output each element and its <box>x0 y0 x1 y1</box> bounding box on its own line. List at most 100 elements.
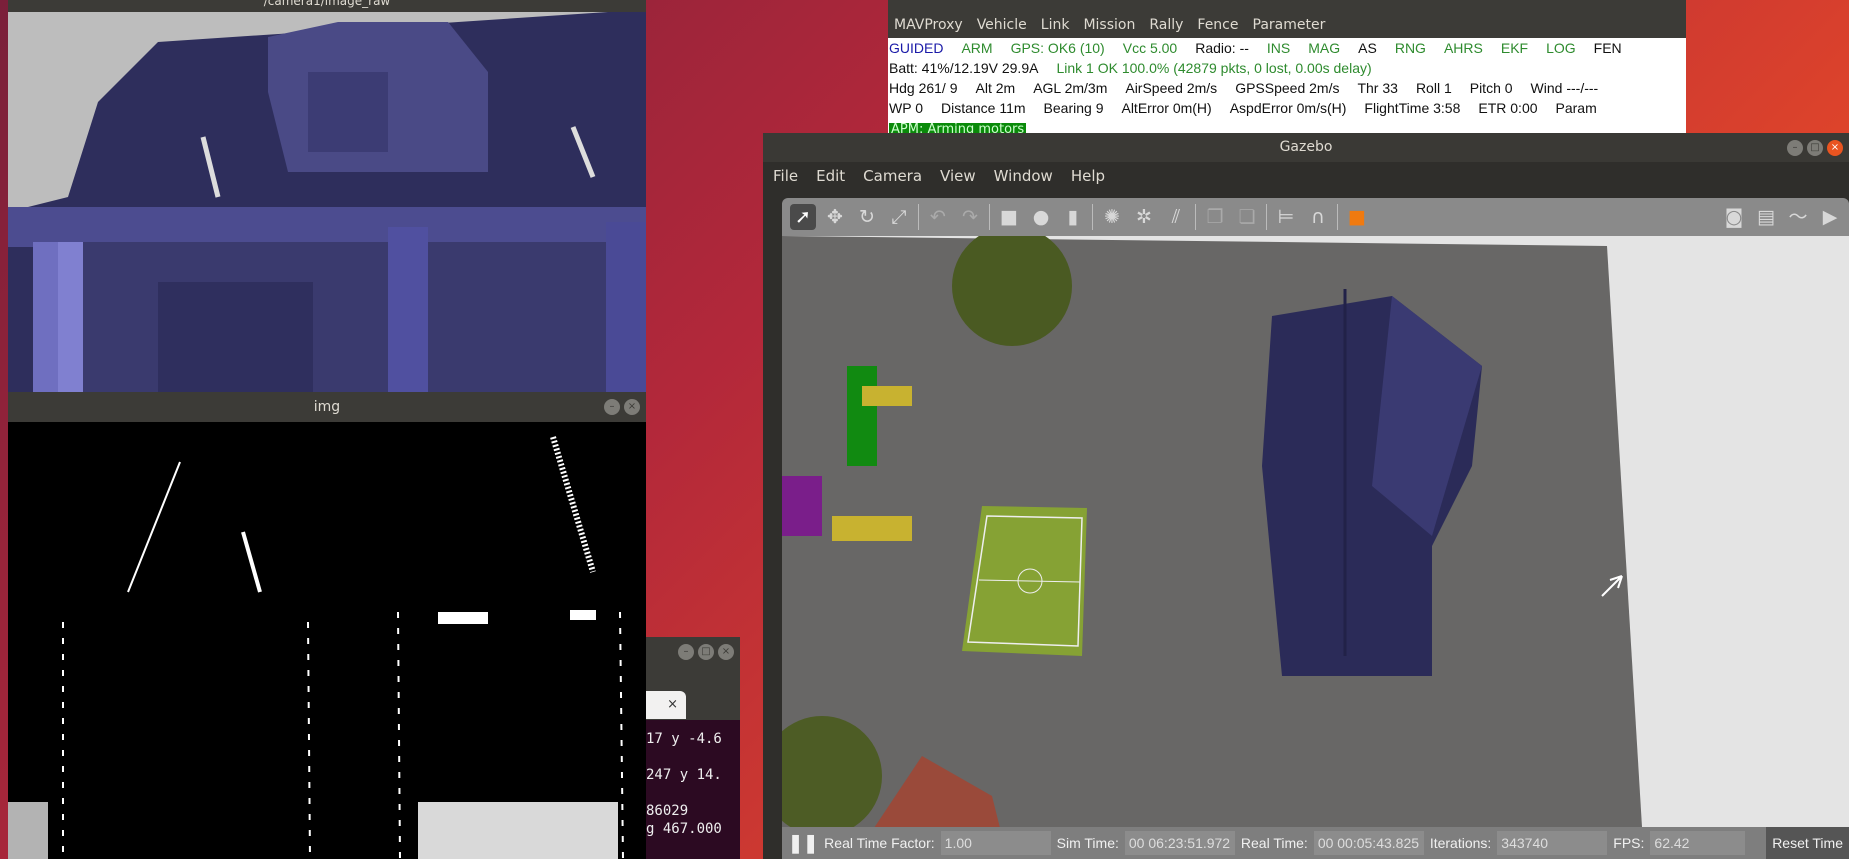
snap-icon[interactable]: ∩ <box>1305 204 1331 230</box>
menu-help[interactable]: Help <box>1071 162 1105 190</box>
gazebo-window: Gazebo – □ × File Edit Camera View Window … <box>763 133 1849 859</box>
status-item: Roll 1 <box>1415 80 1452 96</box>
terminal-window: – □ × × 17 y -4.6 247 y 14. 86029 g 467.00… <box>646 637 740 859</box>
status-item: Alt 2m <box>975 80 1016 96</box>
status-item: GPSSpeed 2m/s <box>1235 80 1340 96</box>
status-item: AirSpeed 2m/s <box>1125 80 1218 96</box>
close-button[interactable]: × <box>1827 139 1843 156</box>
status-item: Pitch 0 <box>1469 80 1513 96</box>
maximize-button[interactable]: □ <box>1807 139 1823 156</box>
undo-icon[interactable]: ↶ <box>925 204 951 230</box>
iterations-value: 343740 <box>1497 831 1608 855</box>
record-video-icon[interactable]: ▶ <box>1817 204 1843 230</box>
redo-icon[interactable]: ↷ <box>957 204 983 230</box>
status-item: GUIDED <box>889 40 944 56</box>
img-window: img – × <box>8 392 646 859</box>
status-item: Param <box>1555 100 1597 116</box>
status-item: RNG <box>1394 40 1426 56</box>
box-icon[interactable]: ■ <box>996 204 1022 230</box>
sphere-icon[interactable]: ● <box>1028 204 1054 230</box>
menu-rally[interactable]: Rally <box>1149 12 1183 38</box>
status-item: FEN <box>1593 40 1622 56</box>
gazebo-menu-bar: File Edit Camera View Window Help <box>763 162 1849 190</box>
terminal-line: 86029 <box>646 803 689 819</box>
thresholded-image <box>8 422 646 859</box>
menu-mission[interactable]: Mission <box>1083 12 1135 38</box>
terminal-line: g 467.000 <box>646 821 722 837</box>
status-row: GUIDED ARM GPS: OK6 (10) Vcc 5.00 Radio: -- I… <box>888 38 1686 58</box>
plot-icon[interactable]: 〜 <box>1785 204 1811 230</box>
3d-viewport[interactable] <box>782 236 1849 827</box>
select-arrow-icon[interactable]: ➚ <box>790 204 816 230</box>
status-item: ETR 0:00 <box>1478 100 1538 116</box>
camera-image <box>8 12 646 392</box>
rtf-value: 1.00 <box>940 831 1051 855</box>
gazebo-toolbar: ➚ ✥ ↻ ⤢ ↶ ↷ ■ ● ▮ ✺ ✲ ⫽ ❐ ❏ ⊨ ∩ ■ ◙ ▤ 〜 … <box>782 198 1849 236</box>
mavproxy-console-window: MAVProxy Vehicle Link Mission Rally Fenc… <box>888 0 1686 133</box>
minimize-button[interactable]: – <box>1787 139 1803 156</box>
terminal-tab[interactable]: × <box>646 691 686 719</box>
camera-image-window: /camera1/image_raw <box>8 0 646 392</box>
status-item: Radio: -- <box>1195 40 1249 56</box>
status-item: Hdg 261/ 9 <box>889 80 958 96</box>
rotate-icon[interactable]: ↻ <box>854 204 880 230</box>
color-shape-icon[interactable]: ■ <box>1344 204 1370 230</box>
copy-icon[interactable]: ❐ <box>1202 204 1228 230</box>
menu-parameter[interactable]: Parameter <box>1253 12 1326 38</box>
reset-time-button[interactable]: Reset Time <box>1766 827 1849 859</box>
menu-window[interactable]: Window <box>994 162 1053 190</box>
real-time-value: 00 00:05:43.825 <box>1313 831 1424 855</box>
status-row: Batt: 41%/12.19V 29.9A Link 1 OK 100.0% (… <box>888 58 1686 78</box>
paste-icon[interactable]: ❏ <box>1234 204 1260 230</box>
close-button[interactable]: × <box>624 399 640 415</box>
close-button[interactable]: × <box>718 644 734 660</box>
menu-file[interactable]: File <box>773 162 798 190</box>
minimize-button[interactable]: – <box>678 644 694 660</box>
menu-vehicle[interactable]: Vehicle <box>977 12 1027 38</box>
directional-light-icon[interactable]: ⫽ <box>1163 204 1189 230</box>
status-item: Wind ---/--- <box>1530 80 1599 96</box>
sim-time-value: 00 06:23:51.972 <box>1124 831 1235 855</box>
pause-button[interactable]: ❚❚ <box>788 833 818 854</box>
minimize-button[interactable]: – <box>604 399 620 415</box>
status-item: AHRS <box>1443 40 1483 56</box>
align-icon[interactable]: ⊨ <box>1273 204 1299 230</box>
maximize-button[interactable]: □ <box>698 644 714 660</box>
fps-value: 62.42 <box>1650 831 1746 855</box>
rtf-label: Real Time Factor: <box>824 835 935 851</box>
menu-link[interactable]: Link <box>1041 12 1070 38</box>
menu-mavproxy[interactable]: MAVProxy <box>894 12 963 38</box>
iterations-label: Iterations: <box>1429 835 1492 851</box>
status-item: Bearing 9 <box>1043 100 1104 116</box>
console-message: APM: Arming motors <box>889 123 1027 133</box>
menu-fence[interactable]: Fence <box>1197 12 1238 38</box>
status-item: GPS: OK6 (10) <box>1010 40 1105 56</box>
status-item: EKF <box>1500 40 1529 56</box>
terminal-line: 247 y 14. <box>646 767 722 783</box>
status-row: Hdg 261/ 9 Alt 2m AGL 2m/3m AirSpeed 2m/s GP… <box>888 78 1686 98</box>
status-item: Vcc 5.00 <box>1122 40 1178 56</box>
sim-time-label: Sim Time: <box>1056 835 1119 851</box>
menu-view[interactable]: View <box>940 162 976 190</box>
real-time-label: Real Time: <box>1240 835 1308 851</box>
status-item: Thr 33 <box>1357 80 1398 96</box>
log-icon[interactable]: ▤ <box>1753 204 1779 230</box>
scene-render[interactable] <box>782 236 1849 827</box>
spot-light-icon[interactable]: ✲ <box>1131 204 1157 230</box>
status-item: LOG <box>1546 40 1576 56</box>
point-light-icon[interactable]: ✺ <box>1099 204 1125 230</box>
tab-close-icon[interactable]: × <box>667 697 678 712</box>
menu-edit[interactable]: Edit <box>816 162 845 190</box>
screenshot-icon[interactable]: ◙ <box>1721 204 1747 230</box>
terminal-line: 17 y -4.6 <box>646 731 722 747</box>
gazebo-status-bar: ❚❚ Real Time Factor: 1.00 Sim Time: 00 0… <box>782 827 1849 859</box>
status-item: Batt: 41%/12.19V 29.9A <box>889 60 1039 76</box>
menu-camera[interactable]: Camera <box>863 162 922 190</box>
translate-icon[interactable]: ✥ <box>822 204 848 230</box>
status-item: AGL 2m/3m <box>1033 80 1108 96</box>
fps-label: FPS: <box>1613 835 1645 851</box>
scale-icon[interactable]: ⤢ <box>886 204 912 230</box>
status-item: AS <box>1358 40 1377 56</box>
cylinder-icon[interactable]: ▮ <box>1060 204 1086 230</box>
